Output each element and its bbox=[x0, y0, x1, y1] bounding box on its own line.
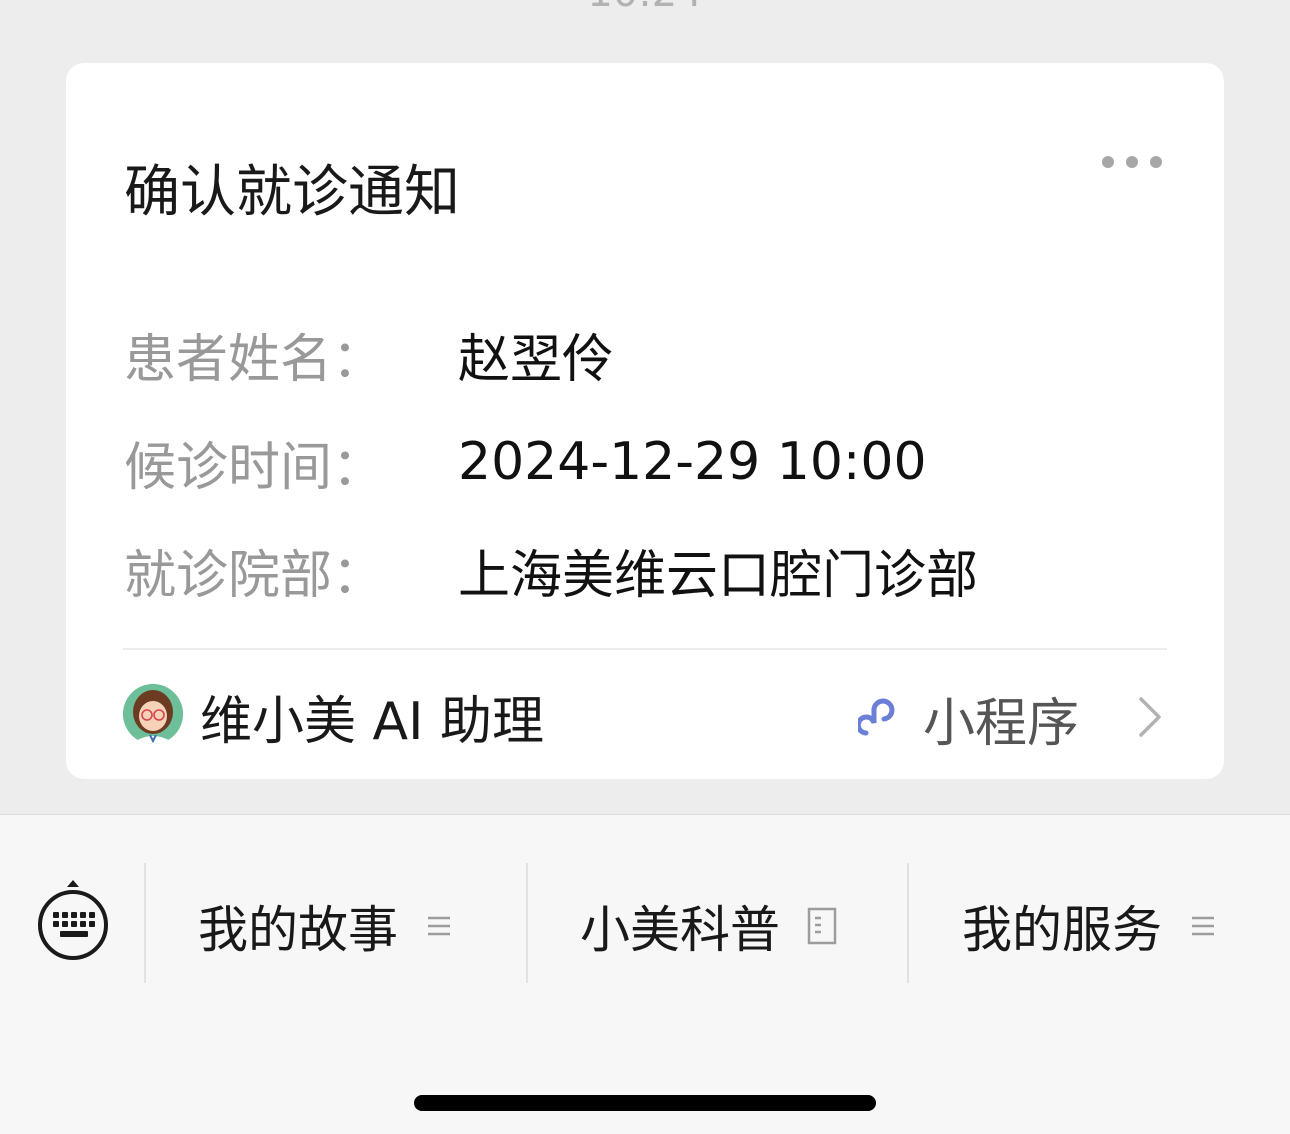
menu-my-services[interactable]: 我的服务 bbox=[962, 891, 1220, 961]
assistant-name: 维小美 AI 助理 bbox=[200, 692, 544, 752]
field-clinic: 就诊院部： 上海美维云口腔门诊部 bbox=[124, 535, 1184, 606]
keyboard-toggle-icon[interactable] bbox=[36, 879, 110, 963]
card-footer[interactable]: 维小美 AI 助理 小程序 bbox=[123, 675, 1167, 755]
card-title: 确认就诊通知 bbox=[124, 160, 460, 225]
field-value: 上海美维云口腔门诊部 bbox=[458, 545, 979, 606]
menu-divider bbox=[144, 863, 146, 983]
chat-screen: 10:24 确认就诊通知 患者姓名： 赵翌伶 候诊时间： 2024-12-29 … bbox=[0, 0, 1290, 1134]
menu-divider bbox=[907, 863, 909, 983]
field-label: 患者姓名： bbox=[124, 329, 385, 390]
bottom-menu-bar: 我的故事 小美科普 我的服务 bbox=[0, 814, 1290, 1134]
field-patient-name: 患者姓名： 赵翌伶 bbox=[124, 319, 1184, 390]
menu-label: 我的服务 bbox=[962, 901, 1162, 959]
card-divider bbox=[123, 648, 1167, 650]
field-wait-time: 候诊时间： 2024-12-29 10:00 bbox=[124, 427, 1184, 498]
field-label: 就诊院部： bbox=[124, 545, 385, 606]
chevron-right-icon[interactable] bbox=[1137, 695, 1163, 739]
field-value: 赵翌伶 bbox=[458, 329, 615, 390]
menu-lines-icon bbox=[428, 916, 450, 936]
field-value: 2024-12-29 10:00 bbox=[458, 432, 927, 492]
home-indicator bbox=[414, 1095, 876, 1111]
mini-program-label: 小程序 bbox=[923, 694, 1080, 754]
more-options-icon[interactable] bbox=[1102, 153, 1162, 171]
avatar bbox=[123, 684, 183, 744]
notification-card[interactable]: 确认就诊通知 患者姓名： 赵翌伶 候诊时间： 2024-12-29 10:00 … bbox=[66, 63, 1224, 779]
field-label: 候诊时间： bbox=[124, 437, 385, 498]
menu-my-story[interactable]: 我的故事 bbox=[198, 891, 456, 961]
document-icon bbox=[807, 907, 837, 945]
menu-label: 小美科普 bbox=[580, 901, 780, 959]
mini-program-icon bbox=[858, 698, 895, 736]
menu-label: 我的故事 bbox=[198, 901, 398, 959]
menu-lines-icon bbox=[1192, 916, 1214, 936]
message-timestamp: 10:24 bbox=[0, 0, 1290, 16]
menu-divider bbox=[526, 863, 528, 983]
menu-xiaomei-kepu[interactable]: 小美科普 bbox=[580, 891, 838, 961]
